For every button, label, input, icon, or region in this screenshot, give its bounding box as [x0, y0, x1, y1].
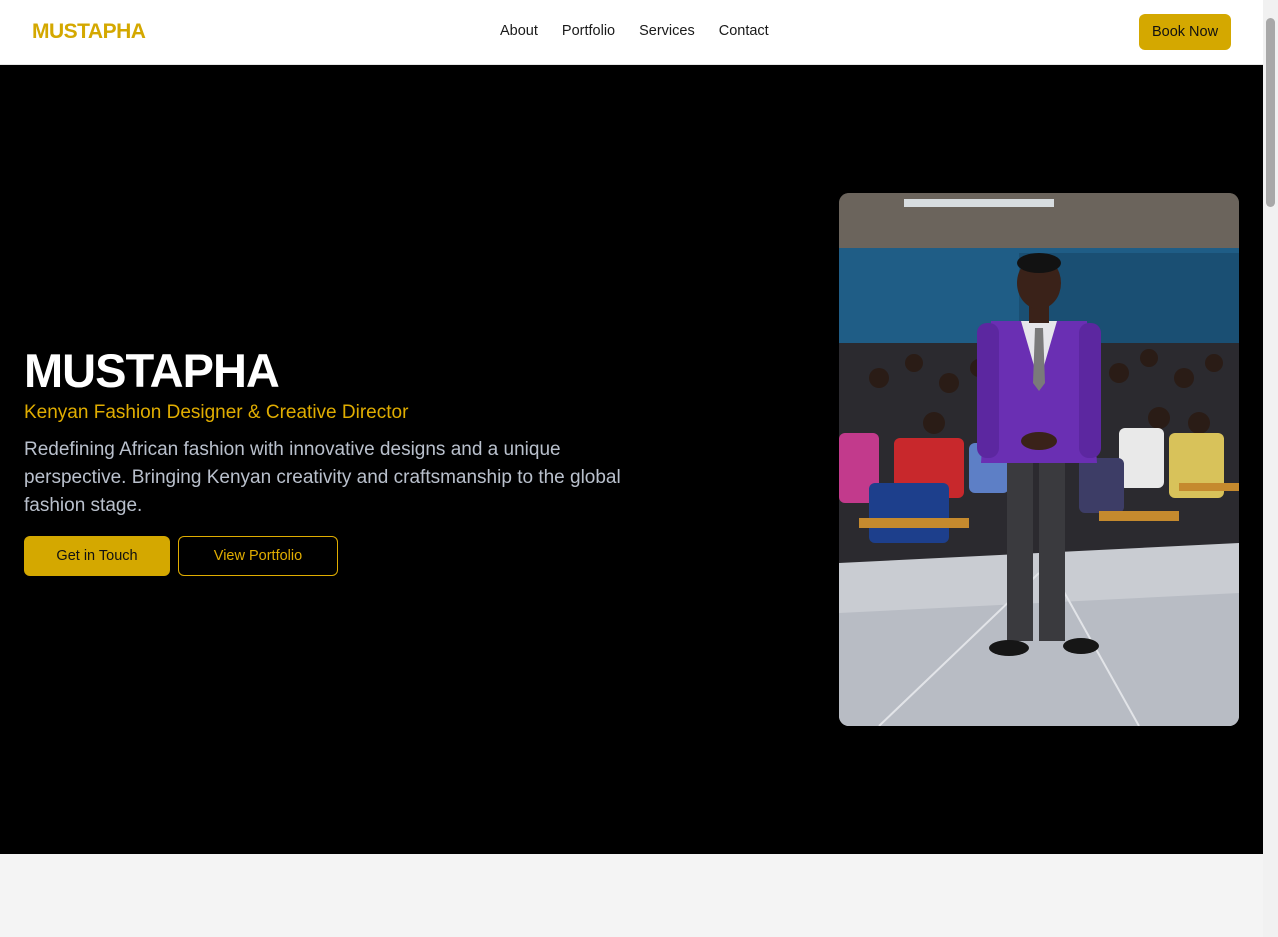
get-in-touch-button[interactable]: Get in Touch: [24, 536, 170, 576]
nav-portfolio[interactable]: Portfolio: [562, 23, 615, 39]
hero-subtitle: Kenyan Fashion Designer & Creative Direc…: [24, 402, 409, 423]
nav-about[interactable]: About: [500, 23, 538, 39]
nav-services[interactable]: Services: [639, 23, 695, 39]
site-header: MUSTAPHA About Portfolio Services Contac…: [0, 0, 1263, 65]
page: MUSTAPHA About Portfolio Services Contac…: [0, 0, 1278, 937]
book-now-button[interactable]: Book Now: [1139, 14, 1231, 50]
view-portfolio-button[interactable]: View Portfolio: [178, 536, 338, 576]
nav-contact[interactable]: Contact: [719, 23, 769, 39]
main-nav: About Portfolio Services Contact: [500, 23, 769, 39]
site-logo[interactable]: MUSTAPHA: [32, 20, 146, 44]
scrollbar-thumb[interactable]: [1266, 18, 1275, 207]
hero-description: Redefining African fashion with innovati…: [24, 439, 621, 516]
page-scrollbar[interactable]: [1263, 0, 1278, 937]
hero-photo: [839, 193, 1239, 726]
hero-section: MUSTAPHA Kenyan Fashion Designer & Creat…: [0, 65, 1263, 854]
hero-title: MUSTAPHA: [24, 344, 280, 397]
